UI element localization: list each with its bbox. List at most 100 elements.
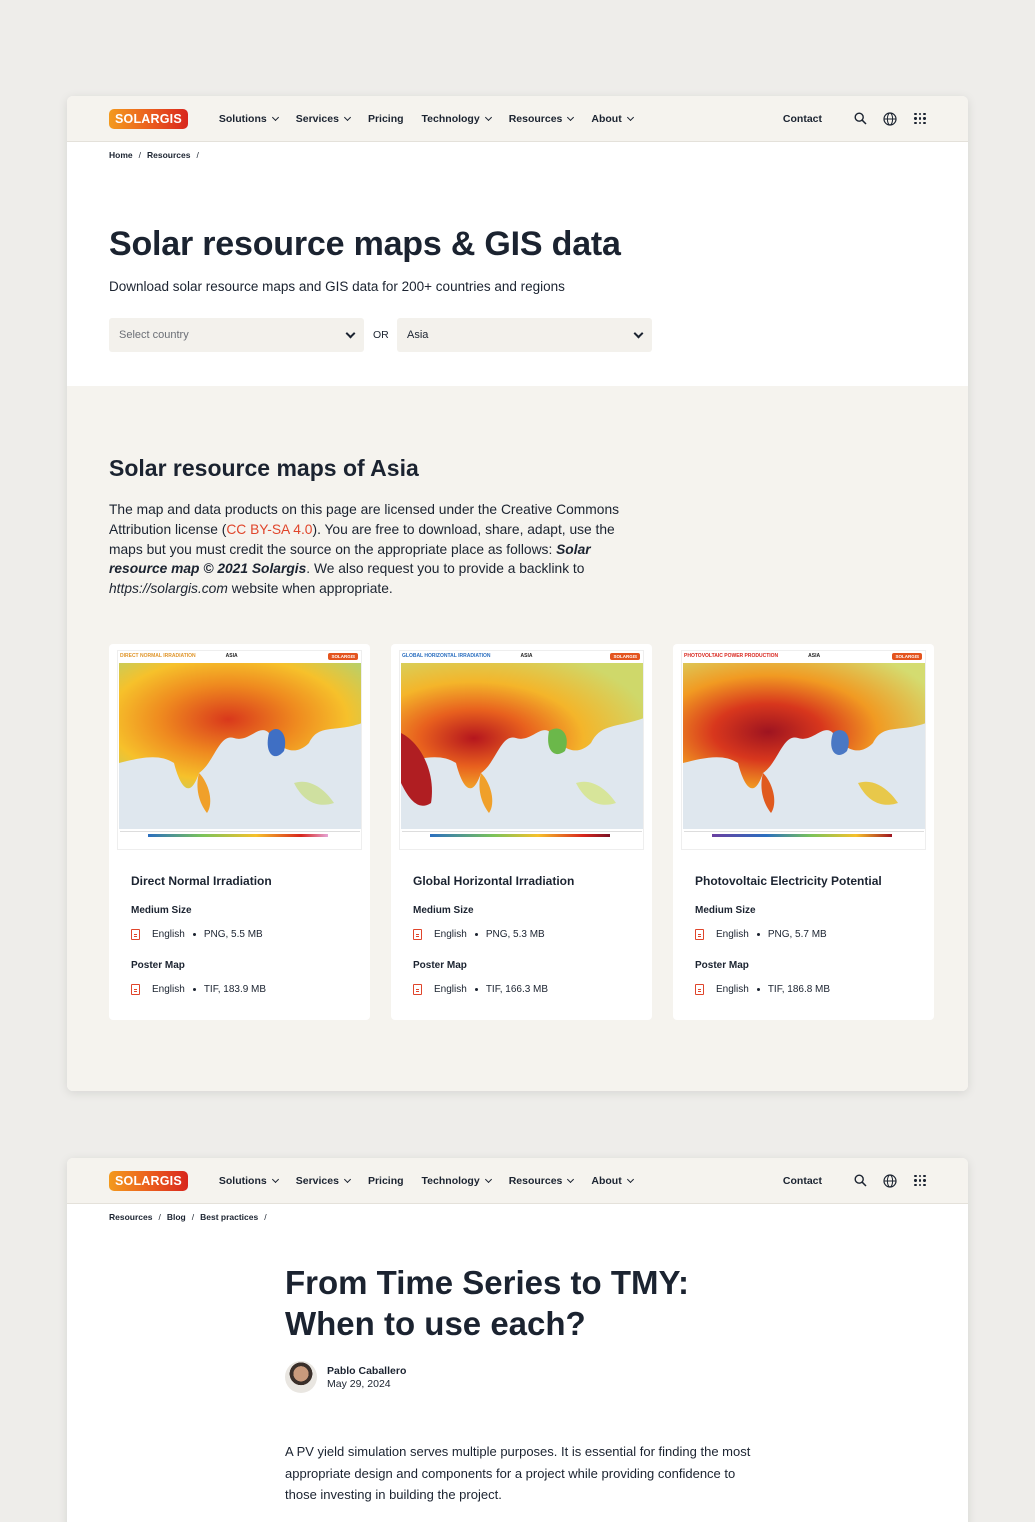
- country-select-placeholder: Select country: [119, 329, 189, 341]
- contact-link[interactable]: Contact: [783, 113, 822, 125]
- main-menu: Solutions Services Pricing Technology Re…: [219, 1175, 651, 1187]
- nav-resources[interactable]: Resources: [508, 112, 575, 125]
- solargis-logo[interactable]: SOLARGIS: [109, 108, 188, 129]
- download-medium-link[interactable]: English PNG, 5.7 MB: [695, 929, 827, 940]
- globe-icon[interactable]: [882, 1173, 898, 1189]
- card-title: Direct Normal Irradiation: [131, 874, 272, 888]
- chevron-down-icon: [567, 113, 575, 121]
- nav-about[interactable]: About: [591, 1174, 634, 1187]
- section-title: Solar resource maps of Asia: [109, 455, 419, 481]
- thumb-label: GLOBAL HORIZONTAL IRRADIATION ASIA: [402, 653, 533, 659]
- breadcrumb: Resources / Blog / Best practices /: [109, 1212, 267, 1222]
- map-card-pvout: PHOTOVOLTAIC POWER PRODUCTION ASIA SOLARG…: [673, 644, 934, 1020]
- download-poster-link[interactable]: English TIF, 166.3 MB: [413, 984, 548, 995]
- download-medium-link[interactable]: English PNG, 5.5 MB: [131, 929, 263, 940]
- file-icon: [695, 929, 704, 940]
- map-legend: [148, 834, 328, 837]
- download-medium-link[interactable]: English PNG, 5.3 MB: [413, 929, 545, 940]
- card-title: Global Horizontal Irradiation: [413, 874, 575, 888]
- file-icon: [695, 984, 704, 995]
- breadcrumb-best-practices[interactable]: Best practices: [200, 1212, 258, 1222]
- maps-section: Solar resource maps of Asia The map and …: [67, 386, 968, 1091]
- download-poster-link[interactable]: English TIF, 183.9 MB: [131, 984, 266, 995]
- or-label: OR: [373, 329, 389, 341]
- nav-resources-label: Resources: [508, 112, 563, 125]
- main-menu: Solutions Services Pricing Technology Re…: [219, 113, 651, 125]
- asia-map-image: [683, 663, 925, 829]
- breadcrumb-resources[interactable]: Resources: [147, 150, 190, 160]
- breadcrumb-resources[interactable]: Resources: [109, 1212, 152, 1222]
- nav-technology[interactable]: Technology: [421, 1174, 492, 1187]
- nav-about-label: About: [591, 1174, 622, 1187]
- chevron-down-icon: [626, 1175, 634, 1183]
- chevron-down-icon: [343, 113, 351, 121]
- breadcrumb: Home / Resources /: [109, 150, 199, 160]
- map-thumbnail[interactable]: PHOTOVOLTAIC POWER PRODUCTION ASIA SOLARG…: [681, 650, 926, 850]
- nav-utilities: Contact: [783, 1173, 928, 1189]
- medium-size-label: Medium Size: [695, 905, 756, 916]
- nav-resources[interactable]: Resources: [508, 1174, 575, 1187]
- chevron-down-icon: [484, 1175, 492, 1183]
- nav-technology-label: Technology: [421, 112, 480, 125]
- map-legend: [712, 834, 892, 837]
- poster-map-label: Poster Map: [413, 960, 467, 971]
- file-icon: [413, 929, 422, 940]
- page-subtitle: Download solar resource maps and GIS dat…: [109, 279, 565, 294]
- blog-article-page-window: SOLARGIS Solutions Services Pricing Tech…: [67, 1158, 968, 1522]
- backlink-url: https://solargis.com: [109, 581, 228, 597]
- nav-services[interactable]: Services: [295, 1174, 351, 1187]
- chevron-down-icon: [633, 328, 644, 338]
- file-icon: [131, 929, 140, 940]
- poster-map-label: Poster Map: [695, 960, 749, 971]
- globe-icon[interactable]: [882, 111, 898, 127]
- map-legend: [430, 834, 610, 837]
- nav-about-label: About: [591, 112, 622, 125]
- country-select[interactable]: Select country: [109, 318, 364, 352]
- article-title: From Time Series to TMY: When to use eac…: [285, 1264, 690, 1342]
- nav-solutions[interactable]: Solutions: [218, 1174, 279, 1187]
- nav-pricing-label: Pricing: [367, 112, 404, 125]
- chevron-down-icon: [626, 113, 634, 121]
- thumb-divider: [402, 831, 642, 832]
- chevron-down-icon: [271, 113, 279, 121]
- asia-map-image: [401, 663, 643, 829]
- contact-link[interactable]: Contact: [783, 1175, 822, 1187]
- map-thumbnail[interactable]: DIRECT NORMAL IRRADIATION ASIA SOLARGIS: [117, 650, 362, 850]
- avatar: [285, 1361, 317, 1393]
- nav-resources-label: Resources: [508, 1174, 563, 1187]
- breadcrumb-blog[interactable]: Blog: [167, 1212, 186, 1222]
- thumb-label: DIRECT NORMAL IRRADIATION ASIA: [120, 653, 238, 659]
- top-navigation: SOLARGIS Solutions Services Pricing Tech…: [67, 1158, 968, 1204]
- chevron-down-icon: [343, 1175, 351, 1183]
- thumb-logo: SOLARGIS: [328, 653, 358, 660]
- top-navigation: SOLARGIS Solutions Services Pricing Tech…: [67, 96, 968, 142]
- map-thumbnail[interactable]: GLOBAL HORIZONTAL IRRADIATION ASIA SOLARG…: [399, 650, 644, 850]
- thumb-logo: SOLARGIS: [892, 653, 922, 660]
- apps-grid-icon[interactable]: [912, 111, 928, 127]
- nav-pricing[interactable]: Pricing: [368, 113, 404, 125]
- nav-pricing[interactable]: Pricing: [368, 1175, 404, 1187]
- thumb-logo: SOLARGIS: [610, 653, 640, 660]
- search-icon[interactable]: [852, 111, 868, 127]
- nav-technology-label: Technology: [421, 1174, 480, 1187]
- nav-solutions[interactable]: Solutions: [219, 113, 279, 125]
- search-icon[interactable]: [852, 1173, 868, 1189]
- chevron-down-icon: [271, 1175, 279, 1183]
- apps-grid-icon[interactable]: [912, 1173, 928, 1189]
- nav-solutions-label: Solutions: [218, 1174, 267, 1187]
- region-select-value: Asia: [407, 329, 429, 341]
- download-poster-link[interactable]: English TIF, 186.8 MB: [695, 984, 830, 995]
- article-intro: A PV yield simulation serves multiple pu…: [285, 1444, 751, 1502]
- region-select[interactable]: Asia: [397, 318, 652, 352]
- license-text: The map and data products on this page a…: [109, 502, 620, 597]
- solargis-logo[interactable]: SOLARGIS: [109, 1170, 188, 1191]
- license-link[interactable]: CC BY-SA 4.0: [226, 522, 312, 537]
- nav-services-label: Services: [295, 1174, 339, 1187]
- author-name[interactable]: Pablo Caballero: [327, 1365, 406, 1377]
- medium-size-label: Medium Size: [131, 905, 192, 916]
- nav-services[interactable]: Services: [295, 112, 351, 125]
- nav-technology[interactable]: Technology: [421, 112, 492, 125]
- nav-about[interactable]: About: [591, 112, 634, 125]
- nav-services-label: Services: [295, 112, 339, 125]
- breadcrumb-home[interactable]: Home: [109, 150, 133, 160]
